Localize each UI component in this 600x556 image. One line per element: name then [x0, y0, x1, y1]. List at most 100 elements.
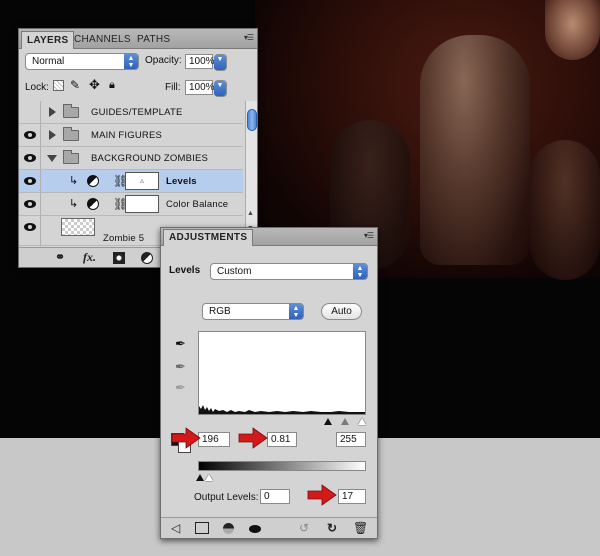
- previous-state-icon[interactable]: ↺: [299, 521, 309, 535]
- eye-icon: [24, 223, 36, 231]
- layers-scrollbar[interactable]: ▲ ▼: [245, 101, 257, 247]
- chevron-updown-icon: ▲ ▼: [124, 54, 138, 69]
- trash-icon[interactable]: 🗑︎: [353, 521, 368, 535]
- folder-icon: [63, 150, 79, 164]
- eye-icon: [24, 200, 36, 208]
- annotation-arrow: [307, 484, 337, 506]
- lock-label: Lock:: [25, 82, 49, 93]
- input-gamma-slider[interactable]: [341, 418, 349, 425]
- scrollbar-thumb[interactable]: [247, 109, 257, 131]
- eye-icon[interactable]: [249, 525, 261, 533]
- panel-menu-icon[interactable]: ▾☰: [364, 231, 374, 240]
- layer-row-selected[interactable]: ↳ ⛓ ▵ Levels: [19, 170, 243, 193]
- fill-label: Fill:: [165, 82, 181, 93]
- output-gradient: [198, 461, 366, 471]
- clip-to-layer-icon[interactable]: [223, 523, 234, 534]
- layer-row[interactable]: BACKGROUND ZOMBIES: [19, 147, 243, 170]
- eye-icon: [24, 177, 36, 185]
- link-layers-icon[interactable]: ⚭: [55, 250, 65, 264]
- expand-view-icon[interactable]: [195, 522, 209, 534]
- clipping-mask-icon: ↳: [69, 198, 79, 210]
- annotation-arrow: [238, 427, 268, 449]
- adjustments-panel: ADJUSTMENTS ▾☰ Levels Custom ▲ ▼ RGB ▲ ▼ A…: [160, 227, 378, 539]
- back-arrow-icon[interactable]: ◁: [171, 521, 180, 535]
- expand-arrow-icon[interactable]: [49, 107, 56, 117]
- visibility-toggle[interactable]: [19, 170, 41, 192]
- histogram-bars: [199, 405, 365, 414]
- input-white-field[interactable]: 255: [336, 432, 366, 447]
- lock-all-icon[interactable]: 🔒︎: [109, 79, 115, 92]
- folder-icon: [63, 104, 79, 118]
- chevron-down-icon: ▼: [214, 81, 226, 96]
- auto-button[interactable]: Auto: [321, 303, 362, 320]
- layer-name: BACKGROUND ZOMBIES: [91, 153, 209, 164]
- expand-arrow-icon[interactable]: [49, 130, 56, 140]
- black-eyedropper-icon[interactable]: ✒︎: [175, 336, 189, 352]
- eye-icon: [24, 154, 36, 162]
- visibility-toggle[interactable]: [19, 193, 41, 215]
- layer-row[interactable]: ↳ ⛓ Color Balance: [19, 193, 243, 216]
- visibility-toggle[interactable]: [19, 101, 41, 123]
- input-black-slider[interactable]: [324, 418, 332, 425]
- layer-row[interactable]: MAIN FIGURES: [19, 124, 243, 147]
- reset-icon[interactable]: ↻: [327, 521, 337, 535]
- input-white-slider[interactable]: [358, 418, 366, 425]
- blend-mode-select[interactable]: Normal ▲ ▼: [25, 53, 139, 70]
- lock-position-icon[interactable]: ✥: [89, 77, 100, 93]
- lock-transparency-icon[interactable]: [53, 80, 64, 91]
- adjustment-icon: [87, 198, 99, 210]
- visibility-toggle[interactable]: [19, 147, 41, 169]
- panel-menu-icon[interactable]: ▾☰: [244, 33, 254, 42]
- fill-field[interactable]: 100%: [185, 80, 215, 95]
- preset-select[interactable]: Custom ▲ ▼: [210, 263, 368, 280]
- adjustments-footer: ◁ ↺ ↻ 🗑︎: [161, 517, 377, 538]
- chevron-updown-icon: ▲ ▼: [289, 304, 303, 319]
- chevron-down-icon: ▼: [214, 55, 226, 70]
- collapse-arrow-icon[interactable]: [47, 155, 57, 162]
- tab-channels[interactable]: CHANNELS: [69, 31, 136, 49]
- layers-tabbar: LAYERS CHANNELS PATHS ▾☰: [19, 29, 257, 49]
- white-eyedropper-icon[interactable]: ✒︎: [175, 380, 189, 396]
- channel-value: RGB: [209, 306, 231, 317]
- output-black-field[interactable]: 0: [260, 489, 290, 504]
- opacity-field[interactable]: 100%: [185, 54, 215, 69]
- adjustment-icon: [87, 175, 99, 187]
- eye-icon: [24, 131, 36, 139]
- output-white-field[interactable]: 17: [338, 489, 366, 504]
- tab-paths[interactable]: PATHS: [132, 31, 175, 49]
- output-white-slider[interactable]: [205, 474, 213, 481]
- lock-pixels-icon[interactable]: ✎: [70, 78, 80, 92]
- channel-select[interactable]: RGB ▲ ▼: [202, 303, 304, 320]
- layer-name: Levels: [166, 176, 197, 187]
- zombie-figure: [530, 140, 600, 280]
- layer-mask-thumbnail[interactable]: ▵: [125, 172, 159, 190]
- add-mask-icon[interactable]: [113, 252, 125, 264]
- visibility-toggle[interactable]: [19, 124, 41, 146]
- blend-mode-value: Normal: [32, 56, 65, 67]
- histogram: [198, 331, 366, 415]
- output-black-slider[interactable]: [196, 474, 204, 481]
- adjustment-title: Levels: [169, 265, 201, 276]
- layer-name: Zombie 5: [103, 233, 145, 244]
- input-black-field[interactable]: 196: [198, 432, 230, 447]
- scroll-up-icon[interactable]: ▲: [247, 210, 254, 217]
- layer-thumbnail: [61, 218, 95, 236]
- fill-dropdown[interactable]: ▼: [214, 80, 227, 97]
- visibility-toggle[interactable]: [19, 216, 41, 246]
- annotation-arrow: [171, 427, 201, 449]
- layer-row[interactable]: GUIDES/TEMPLATE: [19, 101, 243, 124]
- tab-adjustments[interactable]: ADJUSTMENTS: [163, 229, 254, 246]
- input-gamma-field[interactable]: 0.81: [267, 432, 297, 447]
- gray-eyedropper-icon[interactable]: ✒︎: [175, 359, 189, 375]
- preset-value: Custom: [217, 266, 252, 277]
- tab-layers[interactable]: LAYERS: [21, 31, 75, 49]
- new-adjustment-icon[interactable]: [141, 252, 153, 264]
- layer-name: Color Balance: [166, 199, 229, 210]
- zombie-figure: [420, 35, 530, 265]
- layer-name: GUIDES/TEMPLATE: [91, 107, 183, 118]
- layer-mask-thumbnail[interactable]: [125, 195, 159, 213]
- fx-icon[interactable]: fx.: [83, 250, 96, 265]
- folder-icon: [63, 127, 79, 141]
- opacity-dropdown[interactable]: ▼: [214, 54, 227, 71]
- clipping-mask-icon: ↳: [69, 175, 79, 187]
